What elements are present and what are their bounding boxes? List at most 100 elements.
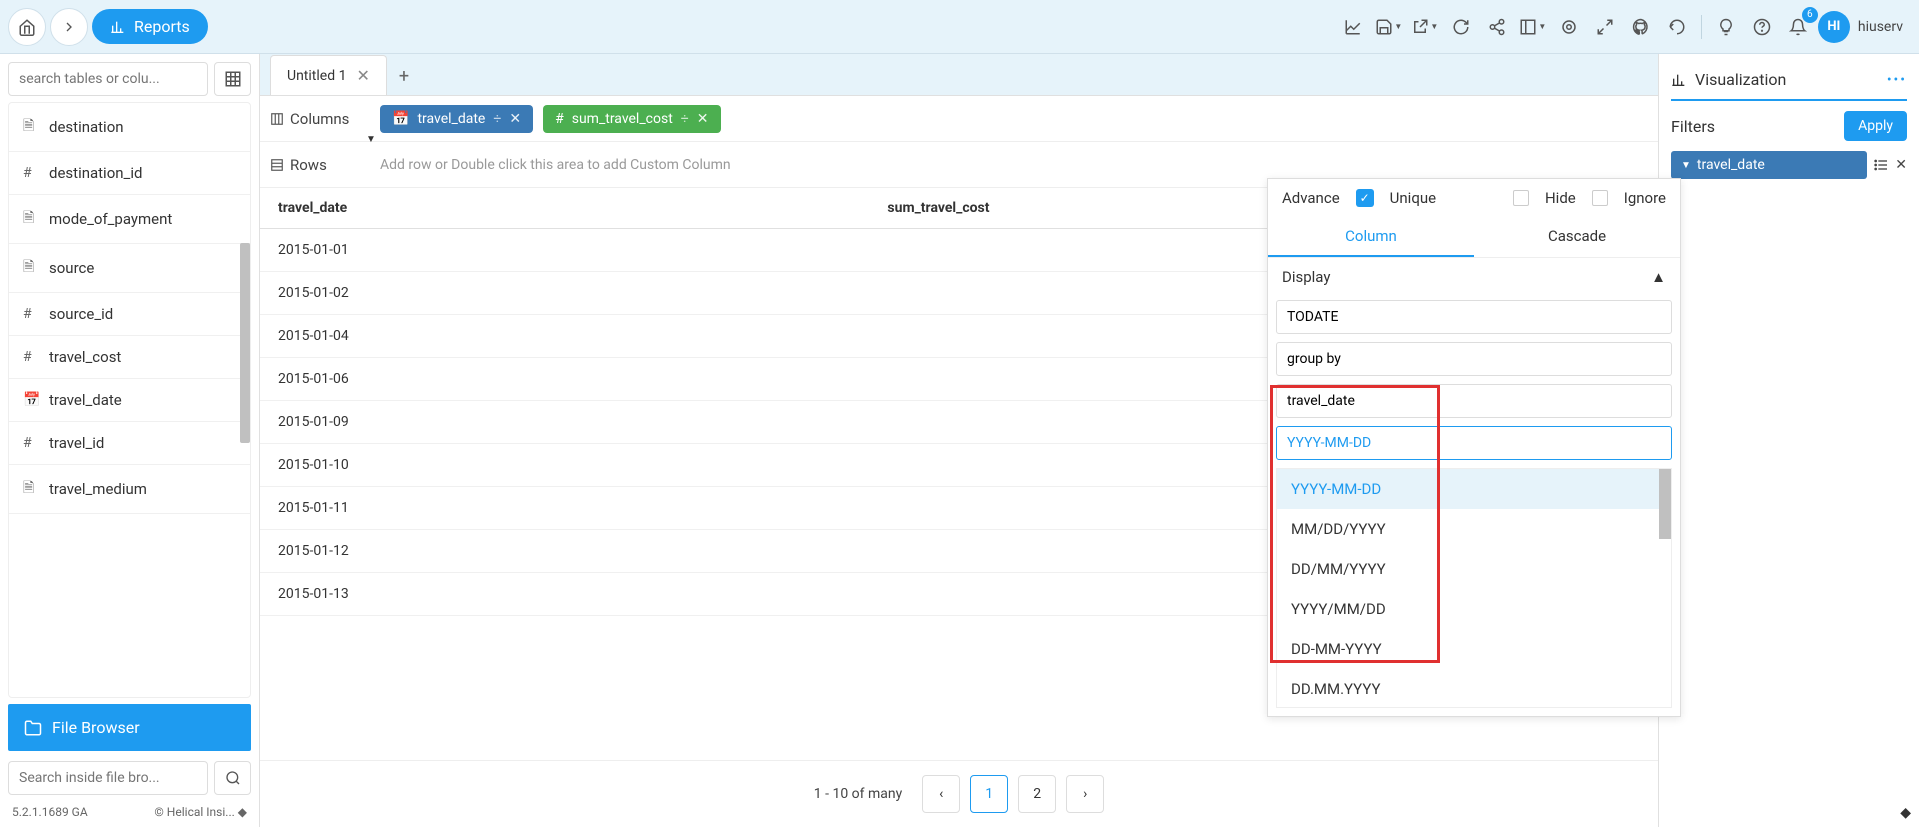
eye-icon	[1560, 18, 1578, 36]
columns-label: Columns	[270, 110, 370, 128]
preview-button[interactable]	[1553, 11, 1585, 43]
filter-chip-travel-date[interactable]: ▼ travel_date	[1671, 151, 1867, 179]
breadcrumb-next-button[interactable]	[50, 8, 88, 46]
home-icon	[18, 18, 36, 36]
field-item[interactable]: 🗎destination	[9, 103, 250, 152]
file-search-input[interactable]	[8, 761, 208, 795]
idea-button[interactable]	[1710, 11, 1742, 43]
copyright-label: © Helical Insi... ◆	[154, 805, 247, 819]
tab-cascade[interactable]: Cascade	[1474, 217, 1680, 257]
layout-icon	[1519, 18, 1537, 36]
chart-view-button[interactable]	[1337, 11, 1369, 43]
list-icon	[1873, 157, 1889, 173]
column-pill-travel-date[interactable]: 📅 travel_date ÷ ✕	[380, 105, 533, 133]
next-page-button[interactable]: ›	[1066, 775, 1104, 813]
pill-divider-icon: ÷	[681, 111, 689, 127]
apply-button[interactable]: Apply	[1844, 111, 1907, 141]
folder-icon	[24, 719, 42, 737]
field-item[interactable]: #travel_id	[9, 422, 250, 465]
dropdown-scrollbar[interactable]	[1659, 469, 1671, 539]
field-item[interactable]: 🗎source	[9, 244, 250, 293]
table-header[interactable]: travel_date	[260, 188, 869, 229]
pill-divider-icon: ÷	[493, 111, 501, 127]
file-icon: 🗎	[23, 477, 39, 501]
fullscreen-button[interactable]	[1589, 11, 1621, 43]
export-button[interactable]: ▼	[1409, 11, 1441, 43]
tab-close-button[interactable]: ✕	[356, 66, 369, 85]
display-toggle[interactable]: Display ▲	[1268, 258, 1680, 296]
file-icon: 🗎	[23, 256, 39, 280]
format-option[interactable]: DD/MM/YYYY	[1277, 549, 1671, 589]
export-icon	[1411, 18, 1429, 36]
sidebar: 🗎destination #destination_id 🗎mode_of_pa…	[0, 54, 260, 827]
hide-label: Hide	[1545, 189, 1576, 207]
page-2-button[interactable]: 2	[1018, 775, 1056, 813]
filter-remove-button[interactable]: ✕	[1895, 157, 1907, 173]
hash-icon: #	[23, 306, 39, 322]
ignore-checkbox[interactable]	[1592, 190, 1608, 206]
notifications-button[interactable]: 6	[1782, 11, 1814, 43]
hide-checkbox[interactable]	[1513, 190, 1529, 206]
github-button[interactable]	[1625, 11, 1657, 43]
tab-column[interactable]: Column	[1268, 217, 1474, 257]
todate-field[interactable]	[1276, 300, 1672, 334]
save-button[interactable]: ▼	[1373, 11, 1405, 43]
format-option[interactable]: YYYY-MM-DD	[1277, 469, 1671, 509]
hash-icon: #	[23, 349, 39, 365]
hash-icon: #	[23, 165, 39, 181]
notification-count: 6	[1802, 7, 1818, 23]
rows-icon	[270, 158, 284, 172]
undo-button[interactable]	[1661, 11, 1693, 43]
pill-remove-button[interactable]: ✕	[697, 111, 709, 127]
tab-untitled[interactable]: Untitled 1 ✕	[270, 55, 387, 95]
save-icon	[1375, 18, 1393, 36]
table-grid-button[interactable]	[214, 62, 251, 96]
format-option[interactable]: YYYY/MM/DD	[1277, 589, 1671, 629]
column-pill-sum-travel-cost[interactable]: # sum_travel_cost ÷ ✕	[543, 105, 720, 133]
chevron-right-icon	[61, 19, 77, 35]
resize-handle-icon[interactable]: ◆	[1900, 805, 1911, 821]
scrollbar[interactable]	[240, 243, 250, 443]
layout-button[interactable]: ▼	[1517, 11, 1549, 43]
home-button[interactable]	[8, 8, 46, 46]
refresh-icon	[1452, 18, 1470, 36]
page-1-button[interactable]: 1	[970, 775, 1008, 813]
pill-remove-button[interactable]: ✕	[509, 111, 521, 127]
date-icon: 📅	[392, 111, 409, 127]
file-search-button[interactable]	[214, 761, 251, 795]
file-icon: 🗎	[23, 207, 39, 231]
list-toggle-button[interactable]	[1873, 157, 1889, 173]
line-chart-icon	[1344, 18, 1362, 36]
field-item[interactable]: #destination_id	[9, 152, 250, 195]
lightbulb-icon	[1717, 18, 1735, 36]
format-option[interactable]: MM/DD/YYYY	[1277, 509, 1671, 549]
field-item[interactable]: #source_id	[9, 293, 250, 336]
help-button[interactable]	[1746, 11, 1778, 43]
share-button[interactable]	[1481, 11, 1513, 43]
refresh-button[interactable]	[1445, 11, 1477, 43]
reports-label: Reports	[134, 17, 190, 36]
reports-breadcrumb[interactable]: Reports	[92, 9, 208, 44]
format-option[interactable]: DD.MM.YYYY	[1277, 669, 1671, 708]
expand-icon	[1596, 18, 1614, 36]
groupby-field[interactable]	[1276, 342, 1672, 376]
field-item[interactable]: #travel_cost	[9, 336, 250, 379]
field-item[interactable]: 🗎mode_of_payment	[9, 195, 250, 244]
date-format-input[interactable]	[1276, 426, 1672, 460]
viz-more-button[interactable]: •••	[1887, 72, 1907, 88]
date-icon: 📅	[23, 392, 39, 408]
field-list: 🗎destination #destination_id 🗎mode_of_pa…	[8, 102, 251, 698]
file-browser-button[interactable]: File Browser	[8, 704, 251, 751]
undo-icon	[1668, 18, 1686, 36]
field-item[interactable]: 📅travel_date	[9, 379, 250, 422]
format-option[interactable]: DD-MM-YYYY	[1277, 629, 1671, 669]
field-item[interactable]: 🗎travel_medium	[9, 465, 250, 514]
add-tab-button[interactable]: +	[387, 58, 421, 95]
user-avatar[interactable]: HI	[1818, 11, 1850, 43]
unique-label: Unique	[1390, 189, 1436, 207]
advance-checkbox[interactable]: ✓	[1356, 189, 1374, 207]
search-tables-input[interactable]	[8, 62, 208, 96]
filters-label: Filters	[1671, 117, 1715, 136]
column-name-field[interactable]	[1276, 384, 1672, 418]
prev-page-button[interactable]: ‹	[922, 775, 960, 813]
